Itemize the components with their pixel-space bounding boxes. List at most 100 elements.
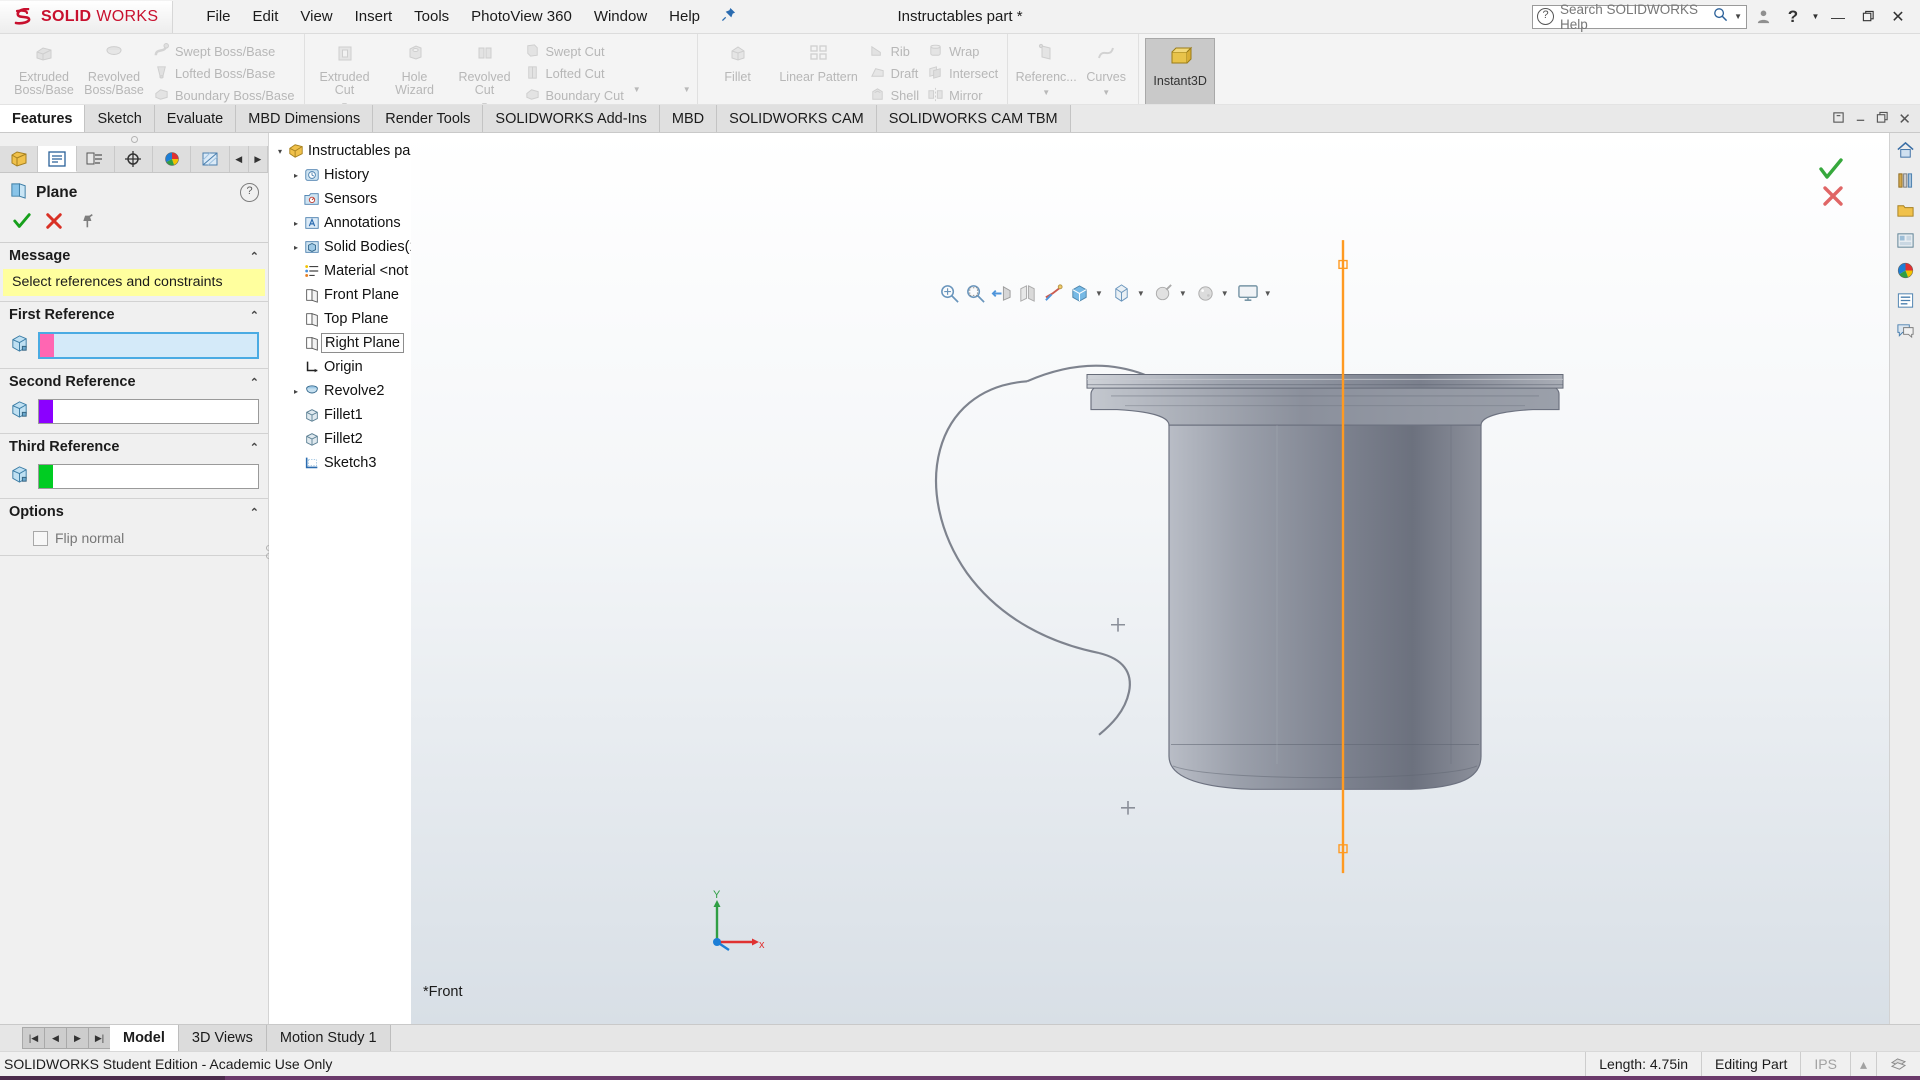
swept-cut-button[interactable]: Swept Cut [521, 42, 627, 61]
menu-item-edit[interactable]: Edit [242, 4, 290, 29]
menu-item-photoview360[interactable]: PhotoView 360 [460, 4, 583, 29]
flip-normal-checkbox[interactable] [33, 531, 48, 546]
home-icon[interactable] [1893, 139, 1917, 161]
tab-features[interactable]: Features [0, 105, 85, 132]
section-message-header[interactable]: Message ⌃ [0, 243, 268, 269]
panel-grip[interactable] [0, 133, 268, 146]
tree-toggle-icon[interactable]: ▸ [289, 243, 303, 252]
manager-tab-prev-button[interactable]: ◀ [230, 146, 249, 172]
fillet-button[interactable]: Fillet [704, 37, 772, 84]
help-dropdown-icon[interactable]: ▼ [1809, 3, 1822, 31]
cut-dropdown-2-icon[interactable]: ▼ [683, 85, 691, 94]
menu-item-file[interactable]: File [195, 4, 241, 29]
dimxpert-manager-tab[interactable] [115, 146, 153, 172]
custom-properties-icon[interactable] [1893, 289, 1917, 311]
minimize-button[interactable]: — [1824, 3, 1852, 31]
tree-node-fillet2[interactable]: Fillet2 [269, 427, 411, 451]
boundary-boss-base-button[interactable]: Boundary Boss/Base [150, 86, 298, 105]
swept-boss-base-button[interactable]: Swept Boss/Base [150, 42, 298, 61]
close-icon[interactable]: ✕ [1898, 110, 1911, 128]
chevron-up-icon[interactable]: ⌃ [250, 376, 259, 389]
tree-node-part[interactable]: ▾ Instructables part (... [269, 139, 411, 163]
restore-down-icon[interactable] [1832, 111, 1845, 127]
pushpin-icon[interactable] [77, 212, 95, 235]
reference-dropdown-icon[interactable]: ▼ [1042, 86, 1050, 99]
appearances-scenes-icon[interactable] [1893, 259, 1917, 281]
tree-node-right-plane[interactable]: Right Plane [269, 331, 411, 355]
tab-solidworks-cam[interactable]: SOLIDWORKS CAM [717, 105, 877, 132]
shell-button[interactable]: Shell [866, 86, 922, 105]
search-icon[interactable] [1713, 7, 1728, 26]
next-icon[interactable]: ▶ [66, 1027, 89, 1049]
user-account-icon[interactable] [1749, 3, 1777, 31]
bottom-tab-3d-views[interactable]: 3D Views [179, 1025, 267, 1051]
tree-node-material[interactable]: Material <not sp... [269, 259, 411, 283]
graphics-viewport[interactable]: ▼ ▼ ▼ ▼ ▼ [411, 133, 1889, 1024]
tree-node-origin[interactable]: Origin [269, 355, 411, 379]
wrap-button[interactable]: Wrap [924, 42, 1001, 61]
third-reference-input[interactable] [38, 464, 259, 489]
section-second-reference-header[interactable]: Second Reference ⌃ [0, 369, 268, 395]
tree-toggle-icon[interactable]: ▸ [289, 171, 303, 180]
extruded-boss-base-button[interactable]: Extruded Boss/Base [10, 37, 78, 97]
flip-normal-row[interactable]: Flip normal [0, 525, 268, 555]
tree-node-sensors[interactable]: Sensors [269, 187, 411, 211]
first-icon[interactable]: |◀ [22, 1027, 45, 1049]
extruded-cut-button[interactable]: Extruded Cut ▼ [311, 37, 379, 105]
model-render[interactable] [411, 133, 1889, 1024]
pushpin-icon[interactable] [721, 7, 736, 26]
configuration-manager-tab[interactable] [77, 146, 115, 172]
tab-mbd-dimensions[interactable]: MBD Dimensions [236, 105, 373, 132]
menu-item-help[interactable]: Help [658, 4, 711, 29]
curves-button[interactable]: Curves ▼ [1080, 37, 1132, 99]
tree-node-front-plane[interactable]: Front Plane [269, 283, 411, 307]
tree-toggle-icon[interactable]: ▸ [289, 387, 303, 396]
first-reference-input[interactable] [38, 332, 259, 359]
chevron-up-icon[interactable]: ⌃ [250, 441, 259, 454]
section-first-reference-header[interactable]: First Reference ⌃ [0, 302, 268, 328]
linear-pattern-button[interactable]: Linear Pattern [774, 37, 864, 84]
chevron-up-icon[interactable]: ⌃ [250, 250, 259, 263]
boundary-cut-button[interactable]: Boundary Cut [521, 86, 627, 105]
tree-node-revolve2[interactable]: ▸ Revolve2 [269, 379, 411, 403]
curves-dropdown-icon[interactable]: ▼ [1102, 86, 1110, 99]
mirror-button[interactable]: Mirror [924, 86, 1001, 105]
display-manager-tab[interactable] [153, 146, 191, 172]
search-input[interactable]: Search SOLIDWORKS Help [1560, 2, 1707, 32]
chevron-up-icon[interactable]: ⌃ [250, 309, 259, 322]
help-circle-icon[interactable]: ? [240, 183, 259, 202]
tab-evaluate[interactable]: Evaluate [155, 105, 236, 132]
lofted-cut-button[interactable]: Lofted Cut [521, 64, 627, 83]
appearance-tab[interactable] [191, 146, 229, 172]
close-button[interactable]: ✕ [1884, 3, 1912, 31]
draft-button[interactable]: Draft [866, 64, 922, 83]
intersect-button[interactable]: Intersect [924, 64, 1001, 83]
cancel-x-icon[interactable] [45, 212, 63, 235]
property-manager-tab[interactable] [38, 146, 76, 172]
menu-item-window[interactable]: Window [583, 4, 658, 29]
help-button[interactable]: ? [1779, 3, 1807, 31]
cut-dropdown-1-icon[interactable]: ▼ [633, 85, 641, 94]
previous-icon[interactable]: ◀ [44, 1027, 67, 1049]
menu-item-tools[interactable]: Tools [403, 4, 460, 29]
view-palette-icon[interactable] [1893, 229, 1917, 251]
tree-node-sketch3[interactable]: Sketch3 [269, 451, 411, 475]
reference-geometry-button[interactable]: Referenc... ▼ [1014, 37, 1078, 99]
tree-node-solid-bodies[interactable]: ▸ Solid Bodies(1) [269, 235, 411, 259]
chevron-up-icon[interactable]: ⌃ [250, 506, 259, 519]
revolved-boss-base-button[interactable]: Revolved Boss/Base [80, 37, 148, 97]
tab-sketch[interactable]: Sketch [85, 105, 154, 132]
tree-node-annotations[interactable]: ▸ Annotations [269, 211, 411, 235]
tree-node-top-plane[interactable]: Top Plane [269, 307, 411, 331]
section-third-reference-header[interactable]: Third Reference ⌃ [0, 434, 268, 460]
units-indicator[interactable]: IPS [1800, 1052, 1850, 1076]
solidworks-forum-icon[interactable] [1893, 319, 1917, 341]
design-library-icon[interactable] [1893, 169, 1917, 191]
menu-item-view[interactable]: View [289, 4, 343, 29]
tab-render-tools[interactable]: Render Tools [373, 105, 483, 132]
bottom-tab-model[interactable]: Model [110, 1025, 179, 1051]
tree-toggle-icon[interactable]: ▾ [273, 147, 287, 156]
search-dropdown-icon[interactable]: ▼ [1734, 12, 1742, 21]
tab-mbd[interactable]: MBD [660, 105, 717, 132]
checkmark-icon[interactable] [13, 212, 31, 235]
